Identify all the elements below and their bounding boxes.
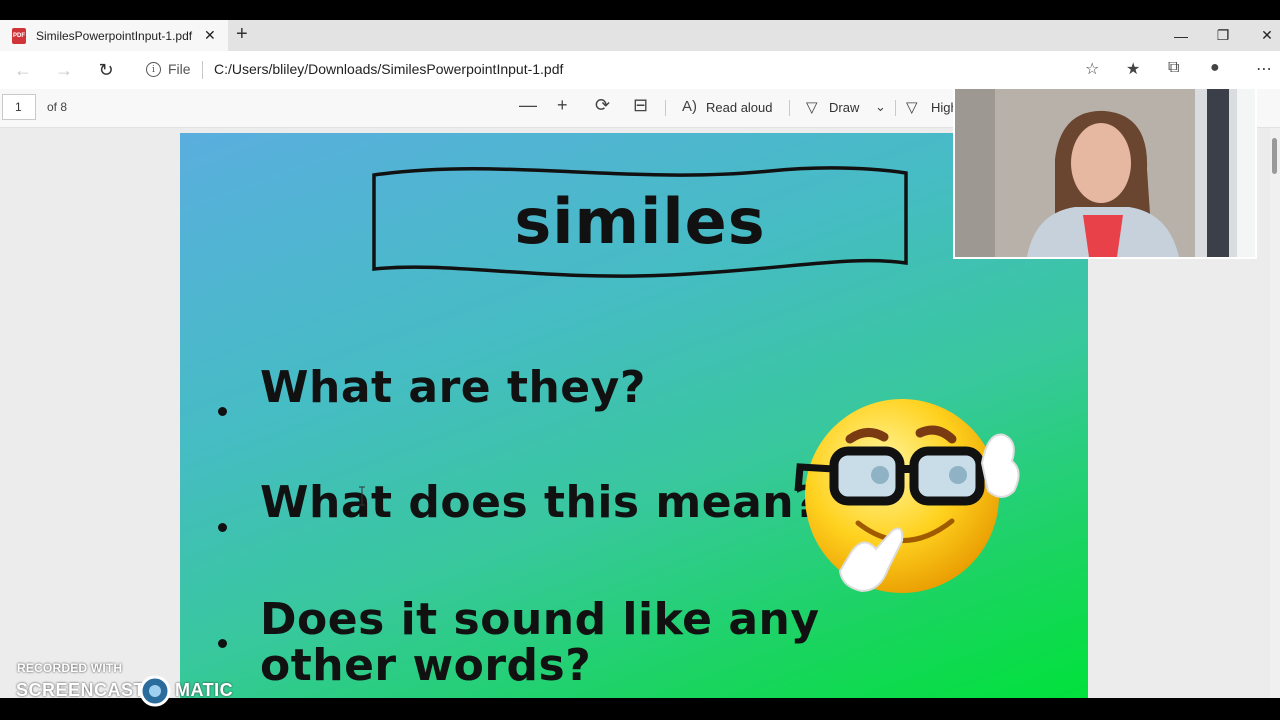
bullet-dot [218,639,227,648]
tab-title: SimilesPowerpointInput-1.pdf [36,28,193,43]
address-bar-row: ← → ↻ i File C:/Users/bliley/Downloads/S… [0,51,1280,90]
page-number-input[interactable]: 1 [2,94,36,120]
bullet-3: Does it sound like any [260,594,820,645]
file-label: File [168,61,191,77]
forward-arrow-icon[interactable]: → [50,58,78,82]
presenter-video-feed [955,89,1255,257]
rotate-icon[interactable]: ⟳ [595,95,610,116]
toolbar-divider [789,100,790,116]
slide-title: similes [514,185,766,258]
profile-avatar-icon[interactable]: ● [1210,59,1220,77]
restore-icon[interactable]: ❐ [1200,20,1246,51]
read-aloud-icon[interactable]: A) [682,98,697,115]
new-tab-icon[interactable]: + [236,23,248,46]
browser-window: PDF SimilesPowerpointInput-1.pdf ✕ + — ❐… [0,20,1280,698]
scrollbar-thumb[interactable] [1272,138,1277,174]
browser-tab[interactable]: PDF SimilesPowerpointInput-1.pdf ✕ [0,20,228,51]
close-tab-icon[interactable]: ✕ [204,27,216,44]
collections-icon[interactable]: ⧉ [1168,59,1179,77]
settings-more-icon[interactable]: ⋯ [1256,59,1272,79]
pdf-file-icon: PDF [12,27,26,44]
close-window-icon[interactable]: ✕ [1244,20,1280,51]
back-arrow-icon[interactable]: ← [9,58,37,82]
bullet-dot [218,523,227,532]
screencast-brand-right: MATIC [175,680,234,700]
scrollbar[interactable] [1270,128,1280,698]
plus-icon[interactable]: + [557,95,568,116]
favorite-star-icon[interactable]: ☆ [1085,59,1099,79]
info-icon[interactable]: i [146,62,161,77]
webcam-overlay [953,87,1257,259]
minimize-icon[interactable]: — [1158,20,1204,51]
refresh-icon[interactable]: ↻ [92,58,120,82]
recorded-with-label: RECORDED WITH [17,661,123,675]
draw-pen-icon[interactable]: ▽ [806,98,818,116]
url-field[interactable]: C:/Users/bliley/Downloads/SimilesPowerpo… [214,61,563,77]
nerd-emoji-illustration [794,399,1020,593]
tab-strip: PDF SimilesPowerpointInput-1.pdf ✕ + — ❐… [0,20,1280,51]
bullet-1: What are they? [260,362,646,413]
address-divider [202,61,203,79]
favorites-icon[interactable]: ★ [1126,59,1140,79]
draw-button[interactable]: Draw [829,100,859,115]
webcam-video [955,89,1255,257]
highlighter-icon[interactable]: ▽ [906,98,918,116]
minus-icon[interactable]: — [519,95,537,116]
read-aloud-button[interactable]: Read aloud [706,100,773,115]
bullet-2: What does this mean? [260,477,821,528]
toolbar-divider [665,100,666,116]
screencast-brand-left: SCREENCAST [16,680,146,700]
toolbar-divider [895,100,896,116]
screencast-logo-icon [139,675,171,707]
bullet-dot [218,407,227,416]
bullet-3-continued: other words? [260,640,592,691]
text-cursor-icon [359,486,365,506]
page-count: of 8 [47,100,68,114]
pdf-page-slide: similes What are they? What does this me… [180,133,1088,698]
fit-page-icon[interactable]: ⊟ [633,95,648,116]
chevron-down-icon[interactable]: ⌄ [875,99,886,115]
